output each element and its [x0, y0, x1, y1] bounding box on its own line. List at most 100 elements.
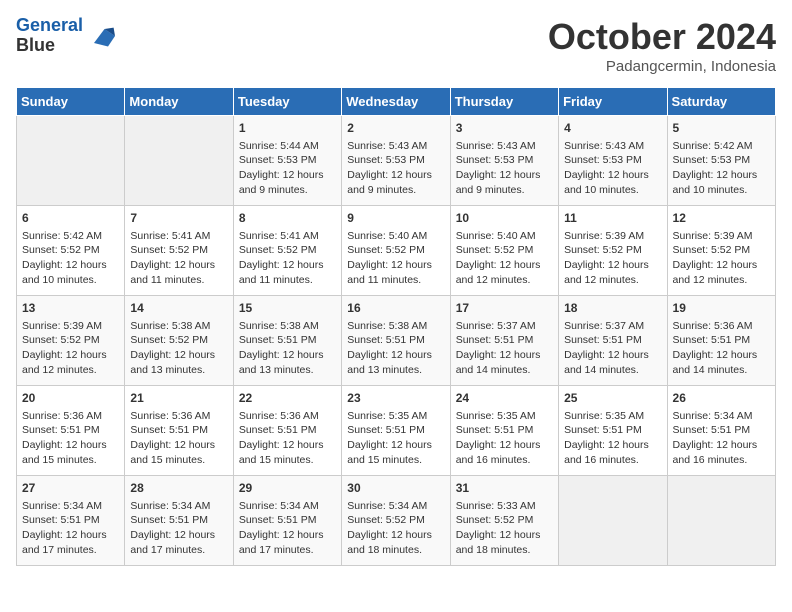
- location-subtitle: Padangcermin, Indonesia: [548, 58, 776, 75]
- day-info: Sunrise: 5:37 AMSunset: 5:51 PMDaylight:…: [564, 319, 661, 378]
- calendar-cell: 11Sunrise: 5:39 AMSunset: 5:52 PMDayligh…: [559, 206, 667, 296]
- day-number: 21: [130, 390, 227, 407]
- calendar-cell: 18Sunrise: 5:37 AMSunset: 5:51 PMDayligh…: [559, 296, 667, 386]
- day-info: Sunrise: 5:34 AMSunset: 5:51 PMDaylight:…: [130, 499, 227, 558]
- day-number: 31: [456, 480, 553, 497]
- day-number: 9: [347, 210, 444, 227]
- day-number: 19: [673, 300, 770, 317]
- calendar-cell: 2 Sunrise: 5:43 AMSunset: 5:53 PMDaylight…: [342, 116, 450, 206]
- calendar-week-row: 13Sunrise: 5:39 AMSunset: 5:52 PMDayligh…: [17, 296, 776, 386]
- calendar-cell: 29 Sunrise: 5:34 AMSunset: 5:51 PMDayligh…: [233, 476, 341, 566]
- day-number: 7: [130, 210, 227, 227]
- day-number: 26: [673, 390, 770, 407]
- day-info: Sunrise: 5:38 AMSunset: 5:52 PMDaylight:…: [130, 319, 227, 378]
- calendar-cell: 5 Sunrise: 5:42 AMSunset: 5:53 PMDaylight…: [667, 116, 775, 206]
- calendar-cell: 6 Sunrise: 5:42 AMSunset: 5:52 PMDaylight…: [17, 206, 125, 296]
- calendar-cell: 13Sunrise: 5:39 AMSunset: 5:52 PMDayligh…: [17, 296, 125, 386]
- calendar-cell: 31 Sunrise: 5:33 AMSunset: 5:52 PMDayligh…: [450, 476, 558, 566]
- calendar-cell: 3 Sunrise: 5:43 AMSunset: 5:53 PMDaylight…: [450, 116, 558, 206]
- calendar-cell: 14 Sunrise: 5:38 AMSunset: 5:52 PMDayligh…: [125, 296, 233, 386]
- day-number: 15: [239, 300, 336, 317]
- calendar-cell: 12Sunrise: 5:39 AMSunset: 5:52 PMDayligh…: [667, 206, 775, 296]
- day-info: Sunrise: 5:40 AMSunset: 5:52 PMDaylight:…: [456, 229, 553, 288]
- calendar-cell: [559, 476, 667, 566]
- calendar-cell: 22Sunrise: 5:36 AMSunset: 5:51 PMDayligh…: [233, 386, 341, 476]
- day-number: 4: [564, 120, 661, 137]
- page-header: GeneralBlue October 2024 Padangcermin, I…: [16, 16, 776, 75]
- day-number: 2: [347, 120, 444, 137]
- day-info: Sunrise: 5:38 AMSunset: 5:51 PMDaylight:…: [347, 319, 444, 378]
- day-info: Sunrise: 5:33 AMSunset: 5:52 PMDaylight:…: [456, 499, 553, 558]
- logo-icon: [87, 22, 115, 50]
- header-day: Sunday: [17, 88, 125, 116]
- calendar-cell: 1Sunrise: 5:44 AMSunset: 5:53 PMDaylight…: [233, 116, 341, 206]
- day-info: Sunrise: 5:44 AMSunset: 5:53 PMDaylight:…: [239, 139, 336, 198]
- day-info: Sunrise: 5:42 AMSunset: 5:52 PMDaylight:…: [22, 229, 119, 288]
- day-number: 27: [22, 480, 119, 497]
- day-info: Sunrise: 5:37 AMSunset: 5:51 PMDaylight:…: [456, 319, 553, 378]
- calendar-cell: [17, 116, 125, 206]
- day-info: Sunrise: 5:38 AMSunset: 5:51 PMDaylight:…: [239, 319, 336, 378]
- calendar-table: SundayMondayTuesdayWednesdayThursdayFrid…: [16, 87, 776, 566]
- day-info: Sunrise: 5:42 AMSunset: 5:53 PMDaylight:…: [673, 139, 770, 198]
- calendar-cell: 9 Sunrise: 5:40 AMSunset: 5:52 PMDaylight…: [342, 206, 450, 296]
- calendar-cell: 15 Sunrise: 5:38 AMSunset: 5:51 PMDayligh…: [233, 296, 341, 386]
- header-row: SundayMondayTuesdayWednesdayThursdayFrid…: [17, 88, 776, 116]
- day-number: 5: [673, 120, 770, 137]
- day-info: Sunrise: 5:35 AMSunset: 5:51 PMDaylight:…: [564, 409, 661, 468]
- day-info: Sunrise: 5:43 AMSunset: 5:53 PMDaylight:…: [456, 139, 553, 198]
- day-info: Sunrise: 5:34 AMSunset: 5:52 PMDaylight:…: [347, 499, 444, 558]
- calendar-cell: 4Sunrise: 5:43 AMSunset: 5:53 PMDaylight…: [559, 116, 667, 206]
- day-number: 13: [22, 300, 119, 317]
- header-day: Tuesday: [233, 88, 341, 116]
- calendar-cell: 10 Sunrise: 5:40 AMSunset: 5:52 PMDayligh…: [450, 206, 558, 296]
- calendar-week-row: 27 Sunrise: 5:34 AMSunset: 5:51 PMDayligh…: [17, 476, 776, 566]
- calendar-header: SundayMondayTuesdayWednesdayThursdayFrid…: [17, 88, 776, 116]
- day-number: 16: [347, 300, 444, 317]
- calendar-cell: 27 Sunrise: 5:34 AMSunset: 5:51 PMDayligh…: [17, 476, 125, 566]
- day-number: 10: [456, 210, 553, 227]
- day-number: 30: [347, 480, 444, 497]
- day-info: Sunrise: 5:40 AMSunset: 5:52 PMDaylight:…: [347, 229, 444, 288]
- day-info: Sunrise: 5:39 AMSunset: 5:52 PMDaylight:…: [564, 229, 661, 288]
- day-info: Sunrise: 5:34 AMSunset: 5:51 PMDaylight:…: [673, 409, 770, 468]
- day-number: 8: [239, 210, 336, 227]
- calendar-cell: [125, 116, 233, 206]
- day-info: Sunrise: 5:36 AMSunset: 5:51 PMDaylight:…: [130, 409, 227, 468]
- day-number: 3: [456, 120, 553, 137]
- day-info: Sunrise: 5:35 AMSunset: 5:51 PMDaylight:…: [456, 409, 553, 468]
- calendar-cell: 19Sunrise: 5:36 AMSunset: 5:51 PMDayligh…: [667, 296, 775, 386]
- calendar-cell: 8 Sunrise: 5:41 AMSunset: 5:52 PMDaylight…: [233, 206, 341, 296]
- day-number: 28: [130, 480, 227, 497]
- day-info: Sunrise: 5:43 AMSunset: 5:53 PMDaylight:…: [347, 139, 444, 198]
- day-number: 20: [22, 390, 119, 407]
- calendar-week-row: 20 Sunrise: 5:36 AMSunset: 5:51 PMDayligh…: [17, 386, 776, 476]
- day-number: 6: [22, 210, 119, 227]
- day-number: 14: [130, 300, 227, 317]
- calendar-cell: 26 Sunrise: 5:34 AMSunset: 5:51 PMDayligh…: [667, 386, 775, 476]
- day-number: 17: [456, 300, 553, 317]
- day-number: 29: [239, 480, 336, 497]
- logo: GeneralBlue: [16, 16, 115, 56]
- day-info: Sunrise: 5:41 AMSunset: 5:52 PMDaylight:…: [239, 229, 336, 288]
- header-day: Saturday: [667, 88, 775, 116]
- calendar-week-row: 1Sunrise: 5:44 AMSunset: 5:53 PMDaylight…: [17, 116, 776, 206]
- calendar-cell: [667, 476, 775, 566]
- day-info: Sunrise: 5:41 AMSunset: 5:52 PMDaylight:…: [130, 229, 227, 288]
- calendar-body: 1Sunrise: 5:44 AMSunset: 5:53 PMDaylight…: [17, 116, 776, 566]
- day-number: 12: [673, 210, 770, 227]
- calendar-cell: 30 Sunrise: 5:34 AMSunset: 5:52 PMDayligh…: [342, 476, 450, 566]
- calendar-cell: 24Sunrise: 5:35 AMSunset: 5:51 PMDayligh…: [450, 386, 558, 476]
- calendar-cell: 28 Sunrise: 5:34 AMSunset: 5:51 PMDayligh…: [125, 476, 233, 566]
- calendar-cell: 25Sunrise: 5:35 AMSunset: 5:51 PMDayligh…: [559, 386, 667, 476]
- header-day: Thursday: [450, 88, 558, 116]
- day-number: 23: [347, 390, 444, 407]
- header-day: Wednesday: [342, 88, 450, 116]
- calendar-cell: 23Sunrise: 5:35 AMSunset: 5:51 PMDayligh…: [342, 386, 450, 476]
- header-day: Friday: [559, 88, 667, 116]
- header-day: Monday: [125, 88, 233, 116]
- day-info: Sunrise: 5:34 AMSunset: 5:51 PMDaylight:…: [22, 499, 119, 558]
- day-info: Sunrise: 5:36 AMSunset: 5:51 PMDaylight:…: [22, 409, 119, 468]
- day-info: Sunrise: 5:34 AMSunset: 5:51 PMDaylight:…: [239, 499, 336, 558]
- calendar-cell: 7 Sunrise: 5:41 AMSunset: 5:52 PMDaylight…: [125, 206, 233, 296]
